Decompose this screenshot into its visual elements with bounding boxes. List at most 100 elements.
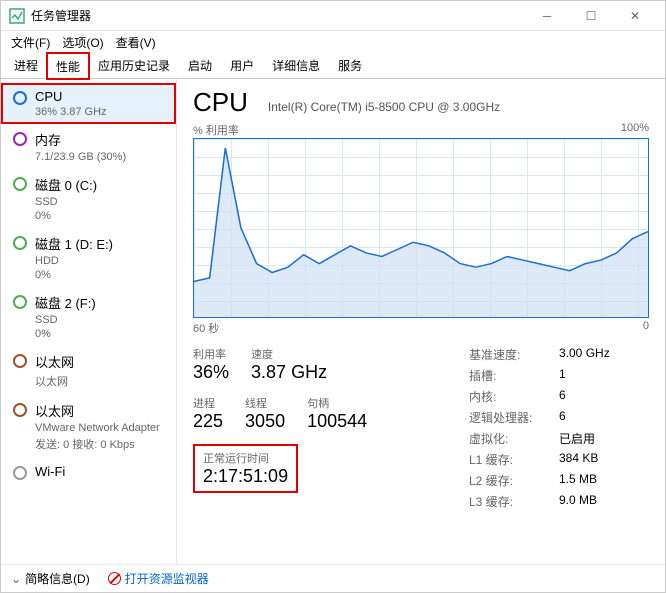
sidebar: CPU 36% 3.87 GHz 内存 7.1/23.9 GB (30%) 磁盘… xyxy=(1,79,177,564)
sidebar-disk1-sub1: HDD xyxy=(35,255,113,267)
chart-ylabel: % 利用率 xyxy=(193,122,239,138)
tab-startup[interactable]: 启动 xyxy=(179,52,221,78)
sidebar-disk2-sub1: SSD xyxy=(35,314,96,326)
base-value: 3.00 GHz xyxy=(559,346,610,363)
base-label: 基准速度: xyxy=(469,346,559,363)
wifi-icon xyxy=(13,466,27,480)
chevron-down-icon: ⌄ xyxy=(11,572,21,586)
sidebar-memory-sub: 7.1/23.9 GB (30%) xyxy=(35,151,126,163)
lp-value: 6 xyxy=(559,409,566,426)
sidebar-item-wifi[interactable]: Wi-Fi xyxy=(1,458,176,486)
minimize-button[interactable]: ─ xyxy=(525,1,569,31)
tab-users[interactable]: 用户 xyxy=(221,52,263,78)
disk-icon xyxy=(13,236,27,250)
cpu-utilization-chart xyxy=(193,138,649,318)
proc-value: 225 xyxy=(193,411,223,432)
chart-xlabel-left: 60 秒 xyxy=(193,320,219,336)
lp-label: 逻辑处理器: xyxy=(469,409,559,426)
util-label: 利用率 xyxy=(193,346,229,362)
sidebar-eth1-sub2: 发送: 0 接收: 0 Kbps xyxy=(35,436,160,452)
sidebar-eth0-name: 以太网 xyxy=(35,352,74,371)
sidebar-disk2-sub2: 0% xyxy=(35,328,96,340)
sockets-value: 1 xyxy=(559,367,566,384)
speed-label: 速度 xyxy=(251,346,327,362)
speed-value: 3.87 GHz xyxy=(251,362,327,383)
l3-value: 9.0 MB xyxy=(559,493,597,510)
tab-history[interactable]: 应用历史记录 xyxy=(89,52,179,78)
handles-value: 100544 xyxy=(307,411,367,432)
virt-label: 虚拟化: xyxy=(469,430,559,447)
util-value: 36% xyxy=(193,362,229,383)
handles-label: 句柄 xyxy=(307,395,367,411)
proc-label: 进程 xyxy=(193,395,223,411)
ethernet-icon xyxy=(13,403,27,417)
sidebar-eth1-name: 以太网 xyxy=(35,401,160,420)
l1-value: 384 KB xyxy=(559,451,598,468)
cpu-icon xyxy=(13,91,27,105)
sidebar-item-disk0[interactable]: 磁盘 0 (C:) SSD 0% xyxy=(1,169,176,228)
tab-processes[interactable]: 进程 xyxy=(5,52,47,78)
open-monitor-link[interactable]: 打开资源监视器 xyxy=(108,570,209,587)
titlebar: 任务管理器 ─ ☐ ✕ xyxy=(1,1,665,31)
sockets-label: 插槽: xyxy=(469,367,559,384)
cpu-model: Intel(R) Core(TM) i5-8500 CPU @ 3.00GHz xyxy=(268,100,500,114)
stats: 利用率 36% 速度 3.87 GHz 进程 225 xyxy=(193,346,649,514)
l2-label: L2 缓存: xyxy=(469,472,559,489)
sidebar-item-disk1[interactable]: 磁盘 1 (D: E:) HDD 0% xyxy=(1,228,176,287)
ethernet-icon xyxy=(13,354,27,368)
statusbar: ⌄简略信息(D) 打开资源监视器 xyxy=(1,564,665,592)
sidebar-disk1-name: 磁盘 1 (D: E:) xyxy=(35,234,113,253)
threads-value: 3050 xyxy=(245,411,285,432)
cores-label: 内核: xyxy=(469,388,559,405)
fewer-details-link[interactable]: ⌄简略信息(D) xyxy=(11,570,90,587)
maximize-button[interactable]: ☐ xyxy=(569,1,613,31)
close-button[interactable]: ✕ xyxy=(613,1,657,31)
detail-pane: CPU Intel(R) Core(TM) i5-8500 CPU @ 3.00… xyxy=(177,79,665,564)
sidebar-memory-name: 内存 xyxy=(35,130,126,149)
disk-icon xyxy=(13,177,27,191)
monitor-icon xyxy=(108,572,121,585)
sidebar-item-disk2[interactable]: 磁盘 2 (F:) SSD 0% xyxy=(1,287,176,346)
l1-label: L1 缓存: xyxy=(469,451,559,468)
menu-options[interactable]: 选项(O) xyxy=(56,32,109,53)
sidebar-item-eth1[interactable]: 以太网 VMware Network Adapter 发送: 0 接收: 0 K… xyxy=(1,395,176,458)
sidebar-disk0-sub2: 0% xyxy=(35,210,97,222)
sidebar-item-cpu[interactable]: CPU 36% 3.87 GHz xyxy=(1,83,176,124)
window-title: 任务管理器 xyxy=(31,7,525,24)
task-manager-window: 任务管理器 ─ ☐ ✕ 文件(F) 选项(O) 查看(V) 进程 性能 应用历史… xyxy=(0,0,666,593)
menubar: 文件(F) 选项(O) 查看(V) xyxy=(1,31,665,53)
tab-details[interactable]: 详细信息 xyxy=(263,52,329,78)
sidebar-cpu-name: CPU xyxy=(35,89,107,104)
app-icon xyxy=(9,8,25,24)
sidebar-eth0-sub: 以太网 xyxy=(35,373,74,389)
menu-file[interactable]: 文件(F) xyxy=(5,32,56,53)
sidebar-cpu-sub: 36% 3.87 GHz xyxy=(35,106,107,118)
uptime-label: 正常运行时间 xyxy=(203,450,288,466)
detail-title: CPU xyxy=(193,87,248,118)
tabs: 进程 性能 应用历史记录 启动 用户 详细信息 服务 xyxy=(1,53,665,79)
sidebar-item-eth0[interactable]: 以太网 以太网 xyxy=(1,346,176,395)
uptime-value: 2:17:51:09 xyxy=(203,466,288,487)
chart-ymax: 100% xyxy=(621,122,649,138)
disk-icon xyxy=(13,295,27,309)
sidebar-disk1-sub2: 0% xyxy=(35,269,113,281)
detail-header: CPU Intel(R) Core(TM) i5-8500 CPU @ 3.00… xyxy=(193,87,649,118)
sidebar-item-memory[interactable]: 内存 7.1/23.9 GB (30%) xyxy=(1,124,176,169)
tab-performance[interactable]: 性能 xyxy=(47,53,89,79)
tab-services[interactable]: 服务 xyxy=(329,52,371,78)
virt-value: 已启用 xyxy=(559,430,595,447)
memory-icon xyxy=(13,132,27,146)
sidebar-disk2-name: 磁盘 2 (F:) xyxy=(35,293,96,312)
threads-label: 线程 xyxy=(245,395,285,411)
cores-value: 6 xyxy=(559,388,566,405)
menu-view[interactable]: 查看(V) xyxy=(110,32,162,53)
body: CPU 36% 3.87 GHz 内存 7.1/23.9 GB (30%) 磁盘… xyxy=(1,79,665,564)
sidebar-wifi-name: Wi-Fi xyxy=(35,464,65,479)
uptime-box: 正常运行时间 2:17:51:09 xyxy=(193,444,298,493)
sidebar-eth1-sub1: VMware Network Adapter xyxy=(35,422,160,434)
l3-label: L3 缓存: xyxy=(469,493,559,510)
sidebar-disk0-sub1: SSD xyxy=(35,196,97,208)
chart-xlabel-right: 0 xyxy=(643,320,649,336)
window-controls: ─ ☐ ✕ xyxy=(525,1,657,31)
sidebar-disk0-name: 磁盘 0 (C:) xyxy=(35,175,97,194)
